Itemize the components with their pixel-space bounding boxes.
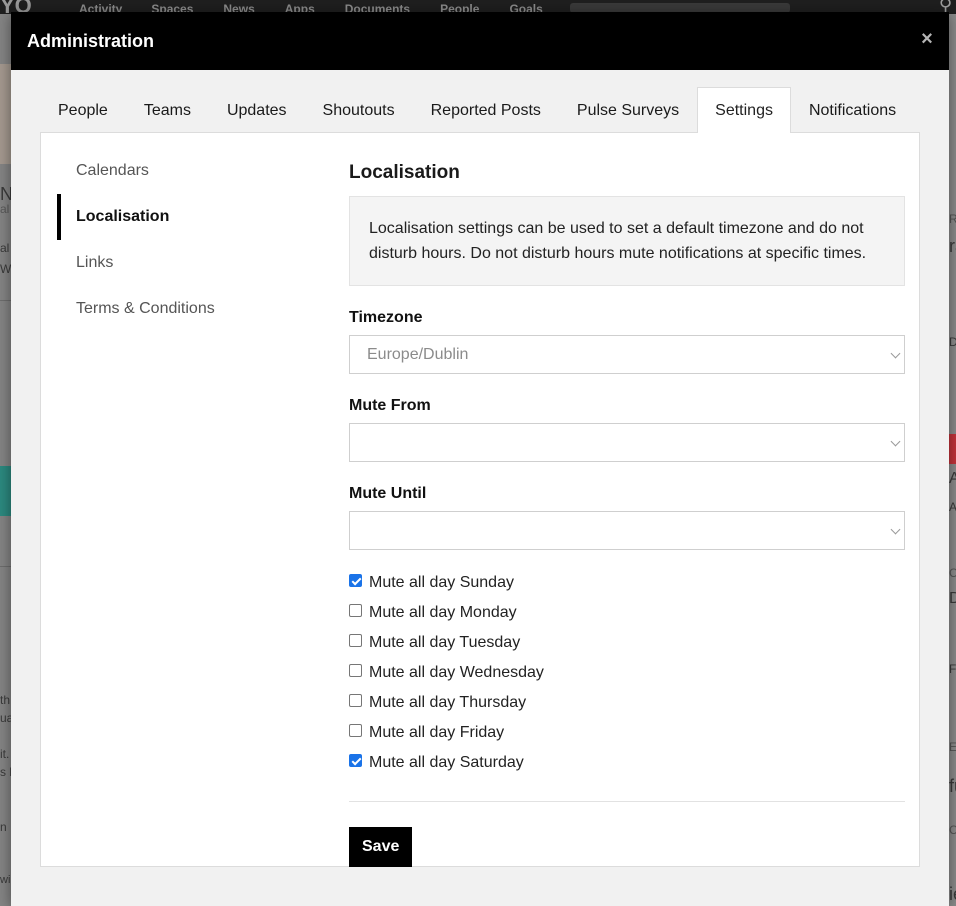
mute-wednesday-checkbox[interactable]	[349, 663, 362, 677]
side-nav-terms-conditions[interactable]: Terms & Conditions	[57, 286, 307, 332]
mute-until-label: Mute Until	[349, 485, 427, 502]
chevron-down-icon	[890, 436, 901, 447]
settings-panel: Calendars Localisation Links Terms & Con…	[40, 132, 920, 867]
administration-modal: Administration × People Teams Updates Sh…	[11, 12, 949, 906]
settings-side-nav: Calendars Localisation Links Terms & Con…	[57, 148, 307, 332]
background-text: it.	[0, 747, 10, 761]
mute-from-label: Mute From	[349, 397, 431, 414]
background-right-content	[949, 14, 956, 906]
mute-sunday-row[interactable]: Mute all day Sunday	[349, 568, 905, 598]
tab-people[interactable]: People	[40, 87, 126, 133]
background-image	[0, 64, 11, 164]
background-text: C	[949, 566, 956, 580]
info-box: Localisation settings can be used to set…	[349, 196, 905, 286]
close-icon[interactable]: ×	[916, 28, 938, 50]
mute-wednesday-label: Mute all day Wednesday	[369, 664, 544, 681]
mute-wednesday-row[interactable]: Mute all day Wednesday	[349, 658, 905, 688]
tab-teams[interactable]: Teams	[126, 87, 209, 133]
side-nav-localisation[interactable]: Localisation	[57, 194, 307, 240]
mute-friday-label: Mute all day Friday	[369, 724, 505, 741]
background-text: n	[0, 820, 7, 834]
timezone-label: Timezone	[349, 309, 423, 326]
background-text: A	[949, 470, 956, 487]
side-nav-calendars[interactable]: Calendars	[57, 148, 307, 194]
mute-until-select[interactable]	[349, 511, 905, 550]
timezone-select[interactable]: Europe/Dublin	[349, 335, 905, 374]
background-banner	[0, 466, 11, 516]
background-text: R	[949, 212, 956, 226]
background-text: al	[0, 202, 10, 216]
mute-thursday-row[interactable]: Mute all day Thursday	[349, 688, 905, 718]
mute-days-list: Mute all day Sunday Mute all day Monday …	[349, 568, 905, 778]
admin-tabs: People Teams Updates Shoutouts Reported …	[40, 87, 914, 133]
timezone-value: Europe/Dublin	[367, 346, 469, 363]
background-text: W	[0, 262, 12, 276]
background-text: ra	[949, 236, 956, 256]
background-text: E	[949, 740, 956, 754]
background-text: th	[0, 693, 11, 707]
background-divider	[0, 300, 11, 301]
background-badge	[949, 434, 956, 464]
save-button[interactable]: Save	[349, 827, 413, 867]
mute-monday-checkbox[interactable]	[349, 603, 362, 617]
background-text: wi	[0, 874, 11, 886]
mute-friday-row[interactable]: Mute all day Friday	[349, 718, 905, 748]
background-text: C	[949, 823, 956, 837]
mute-from-select[interactable]	[349, 423, 905, 462]
tab-updates[interactable]: Updates	[209, 87, 305, 133]
mute-saturday-row[interactable]: Mute all day Saturday	[349, 748, 905, 778]
chevron-down-icon	[890, 524, 901, 535]
side-nav-links[interactable]: Links	[57, 240, 307, 286]
mute-sunday-label: Mute all day Sunday	[369, 574, 514, 591]
chevron-down-icon	[890, 348, 901, 359]
localisation-content: Localisation Localisation settings can b…	[349, 161, 905, 867]
tab-settings[interactable]: Settings	[697, 87, 791, 133]
tab-reported-posts[interactable]: Reported Posts	[413, 87, 559, 133]
background-text: D	[949, 335, 956, 349]
mute-tuesday-checkbox[interactable]	[349, 633, 362, 647]
mute-thursday-label: Mute all day Thursday	[369, 694, 527, 711]
background-text: F	[949, 662, 956, 676]
background-text: fu	[949, 776, 956, 796]
background-text: al	[0, 241, 10, 255]
background-text: ie	[949, 884, 956, 904]
background-divider	[0, 566, 11, 567]
tab-pulse-surveys[interactable]: Pulse Surveys	[559, 87, 697, 133]
modal-title: Administration	[27, 31, 155, 51]
section-title: Localisation	[349, 162, 460, 183]
mute-saturday-label: Mute all day Saturday	[369, 754, 524, 771]
tab-shoutouts[interactable]: Shoutouts	[305, 87, 413, 133]
form-divider	[349, 801, 905, 802]
mute-tuesday-label: Mute all day Tuesday	[369, 634, 521, 651]
modal-header: Administration ×	[11, 12, 949, 70]
mute-tuesday-row[interactable]: Mute all day Tuesday	[349, 628, 905, 658]
mute-sunday-checkbox[interactable]	[349, 573, 362, 587]
mute-friday-checkbox[interactable]	[349, 723, 362, 737]
mute-monday-row[interactable]: Mute all day Monday	[349, 598, 905, 628]
tab-notifications[interactable]: Notifications	[791, 87, 914, 133]
background-text: A	[949, 500, 956, 514]
mute-saturday-checkbox[interactable]	[349, 753, 362, 767]
mute-thursday-checkbox[interactable]	[349, 693, 362, 707]
mute-monday-label: Mute all day Monday	[369, 604, 517, 621]
background-text: D	[949, 590, 956, 607]
